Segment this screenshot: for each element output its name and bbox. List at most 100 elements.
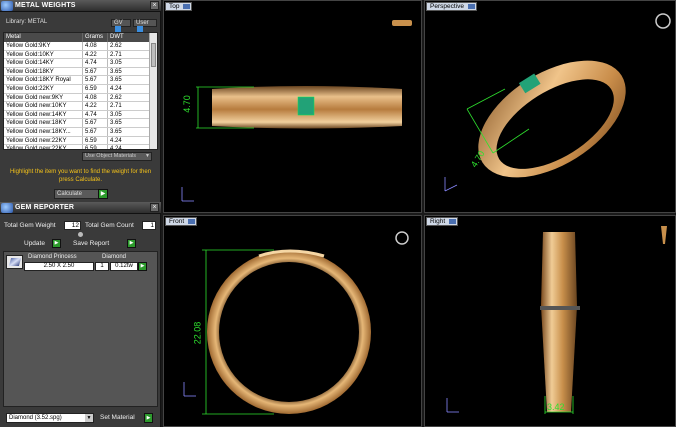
table-row[interactable]: Yellow Gold:18KY 5.67 3.65	[4, 67, 157, 77]
cell-metal: Yellow Gold new:18KY...	[4, 127, 83, 136]
table-row[interactable]: Yellow Gold:9KY 4.08 2.62	[4, 42, 157, 51]
metal-weights-icon	[1, 0, 13, 11]
cell-dwt: 3.65	[110, 120, 122, 127]
cell-metal: Yellow Gold new:10KY	[4, 102, 83, 110]
front-view-ring	[183, 231, 409, 415]
cell-dwt: 3.65	[110, 68, 122, 75]
table-row[interactable]: Yellow Gold:18KY Royal 5.67 3.65	[4, 76, 157, 85]
mini-ring-icon	[661, 226, 667, 244]
gem-row[interactable]: 2.50 X 2.50 1 0.12tw ▶	[24, 262, 157, 271]
right-view-ring	[446, 226, 667, 414]
cell-metal: Yellow Gold:14KY	[4, 59, 83, 67]
library-row: Library: METAL GV User	[0, 15, 161, 32]
cell-grams: 4.22	[83, 102, 108, 110]
cell-dwt: 4.24	[110, 146, 122, 150]
left-panel: METAL WEIGHTS × Library: METAL GV User M…	[0, 0, 161, 427]
cell-grams: 6.59	[83, 145, 108, 149]
table-row[interactable]: Yellow Gold new:22KY 6.59 4.24	[4, 145, 157, 150]
scrollbar-thumb[interactable]	[151, 43, 156, 67]
chevron-down-icon: ▼	[85, 414, 93, 422]
top-dimension: 4.70	[181, 95, 192, 113]
save-report-button[interactable]: Save Report ▶	[73, 239, 136, 248]
table-row[interactable]: Yellow Gold new:10KY 4.22 2.71	[4, 102, 157, 111]
cell-dwt: 2.62	[110, 43, 122, 49]
viewport-perspective[interactable]: Perspective 4.70	[424, 0, 676, 213]
gem-size: 2.50 X 2.50	[24, 262, 94, 271]
table-row[interactable]: Yellow Gold:14KY 4.74 3.05	[4, 59, 157, 68]
cell-metal: Yellow Gold:9KY	[4, 42, 83, 50]
cell-dwt: 4.24	[110, 137, 122, 144]
calculate-button[interactable]: Calculate ▶	[54, 189, 108, 199]
calculate-hint: Highlight the item you want to find the …	[9, 169, 152, 183]
gem-count: 1	[95, 262, 109, 271]
metal-weights-table[interactable]: Metal Grams DWT Yellow Gold:9KY 4.08 2.62 Y…	[3, 32, 158, 150]
library-gv-button[interactable]: GV	[111, 19, 131, 32]
cell-grams: 4.22	[83, 50, 108, 59]
cell-grams: 5.67	[83, 76, 108, 84]
cell-metal: Yellow Gold new:14KY	[4, 110, 83, 119]
cell-grams: 4.74	[83, 110, 108, 119]
cell-dwt: 3.05	[110, 111, 122, 118]
table-row[interactable]: Yellow Gold new:18KY 5.67 3.65	[4, 119, 157, 128]
metal-weights-title: METAL WEIGHTS	[15, 2, 76, 9]
metal-weights-header: METAL WEIGHTS ×	[0, 0, 161, 12]
cell-dwt: 3.05	[110, 60, 122, 67]
cell-grams: 4.08	[83, 93, 108, 102]
table-row[interactable]: Yellow Gold:22KY 6.59 4.24	[4, 84, 157, 94]
column-header-metal[interactable]: Metal	[4, 33, 83, 42]
cell-metal: Yellow Gold new:22KY	[4, 136, 83, 145]
cell-grams: 6.59	[83, 84, 108, 93]
play-icon: ▶	[127, 239, 136, 248]
table-row[interactable]: Yellow Gold:10KY 4.22 2.71	[4, 50, 157, 60]
cell-grams: 6.59	[83, 136, 108, 145]
top-view-ring	[181, 20, 412, 202]
chevron-down-icon: ▼	[145, 153, 150, 159]
cell-grams: 5.67	[83, 119, 108, 127]
table-row[interactable]: Yellow Gold new:14KY 4.74 3.05	[4, 110, 157, 120]
mini-ring-icon	[395, 231, 409, 245]
viewport-right[interactable]: Right 3.42	[424, 215, 676, 427]
cell-dwt: 4.24	[110, 85, 122, 92]
gem-list[interactable]: Diamond Princess Diamond 2.50 X 2.50 1 0…	[3, 251, 158, 407]
mini-ring-icon	[392, 20, 412, 26]
column-header-dwt[interactable]: DWT	[108, 33, 144, 42]
play-icon: ▶	[98, 189, 108, 199]
cell-dwt: 3.65	[110, 77, 122, 84]
table-row[interactable]: Yellow Gold new:18KY... 5.67 3.65	[4, 127, 157, 137]
cell-metal: Yellow Gold new:22KY	[4, 145, 83, 149]
gem-shape-column: Diamond Princess	[28, 254, 77, 260]
gem-totals-row: Total Gem Weight 12 Total Gem Count 1	[0, 219, 161, 231]
material-select[interactable]: Diamond (3.52.spg) ▼	[6, 413, 94, 423]
use-object-materials-label: Use Object Materials	[85, 153, 137, 159]
cell-grams: 4.74	[83, 59, 108, 67]
play-icon[interactable]: ▶	[138, 262, 147, 271]
close-icon[interactable]: ×	[150, 203, 159, 212]
set-material-button[interactable]: Set Material ▶	[100, 413, 153, 423]
mini-ring-icon	[655, 13, 671, 29]
cell-metal: Yellow Gold:18KY Royal	[4, 76, 83, 84]
front-dimension: 22.08	[192, 321, 203, 345]
viewport-front[interactable]: Front 22.08	[163, 215, 422, 427]
cell-dwt: 2.71	[110, 51, 122, 58]
right-dimension: 3.42	[547, 402, 565, 412]
update-button[interactable]: Update ▶	[24, 239, 61, 248]
gem-reporter-icon	[1, 202, 13, 213]
library-label: Library: METAL	[6, 19, 48, 25]
library-user-button[interactable]: User	[133, 19, 157, 32]
use-object-materials-select[interactable]: Use Object Materials ▼	[82, 152, 152, 161]
play-icon: ▶	[144, 413, 153, 423]
calculate-label: Calculate	[57, 191, 83, 197]
perspective-view-ring	[444, 13, 671, 192]
table-row[interactable]: Yellow Gold new:22KY 6.59 4.24	[4, 136, 157, 146]
gem-list-header: Diamond Princess Diamond	[24, 254, 157, 261]
cell-dwt: 2.71	[110, 103, 122, 110]
table-row[interactable]: Yellow Gold new:9KY 4.08 2.62	[4, 93, 157, 103]
gem-weight: 0.12tw	[110, 262, 138, 271]
column-header-grams[interactable]: Grams	[83, 33, 108, 42]
sphere-icon	[78, 232, 83, 237]
total-gem-weight-value: 12	[64, 221, 81, 230]
close-icon[interactable]: ×	[150, 1, 159, 10]
viewport-top[interactable]: Top 4.70	[163, 0, 422, 213]
metal-table-scrollbar[interactable]	[149, 33, 157, 149]
cell-metal: Yellow Gold:10KY	[4, 50, 83, 59]
